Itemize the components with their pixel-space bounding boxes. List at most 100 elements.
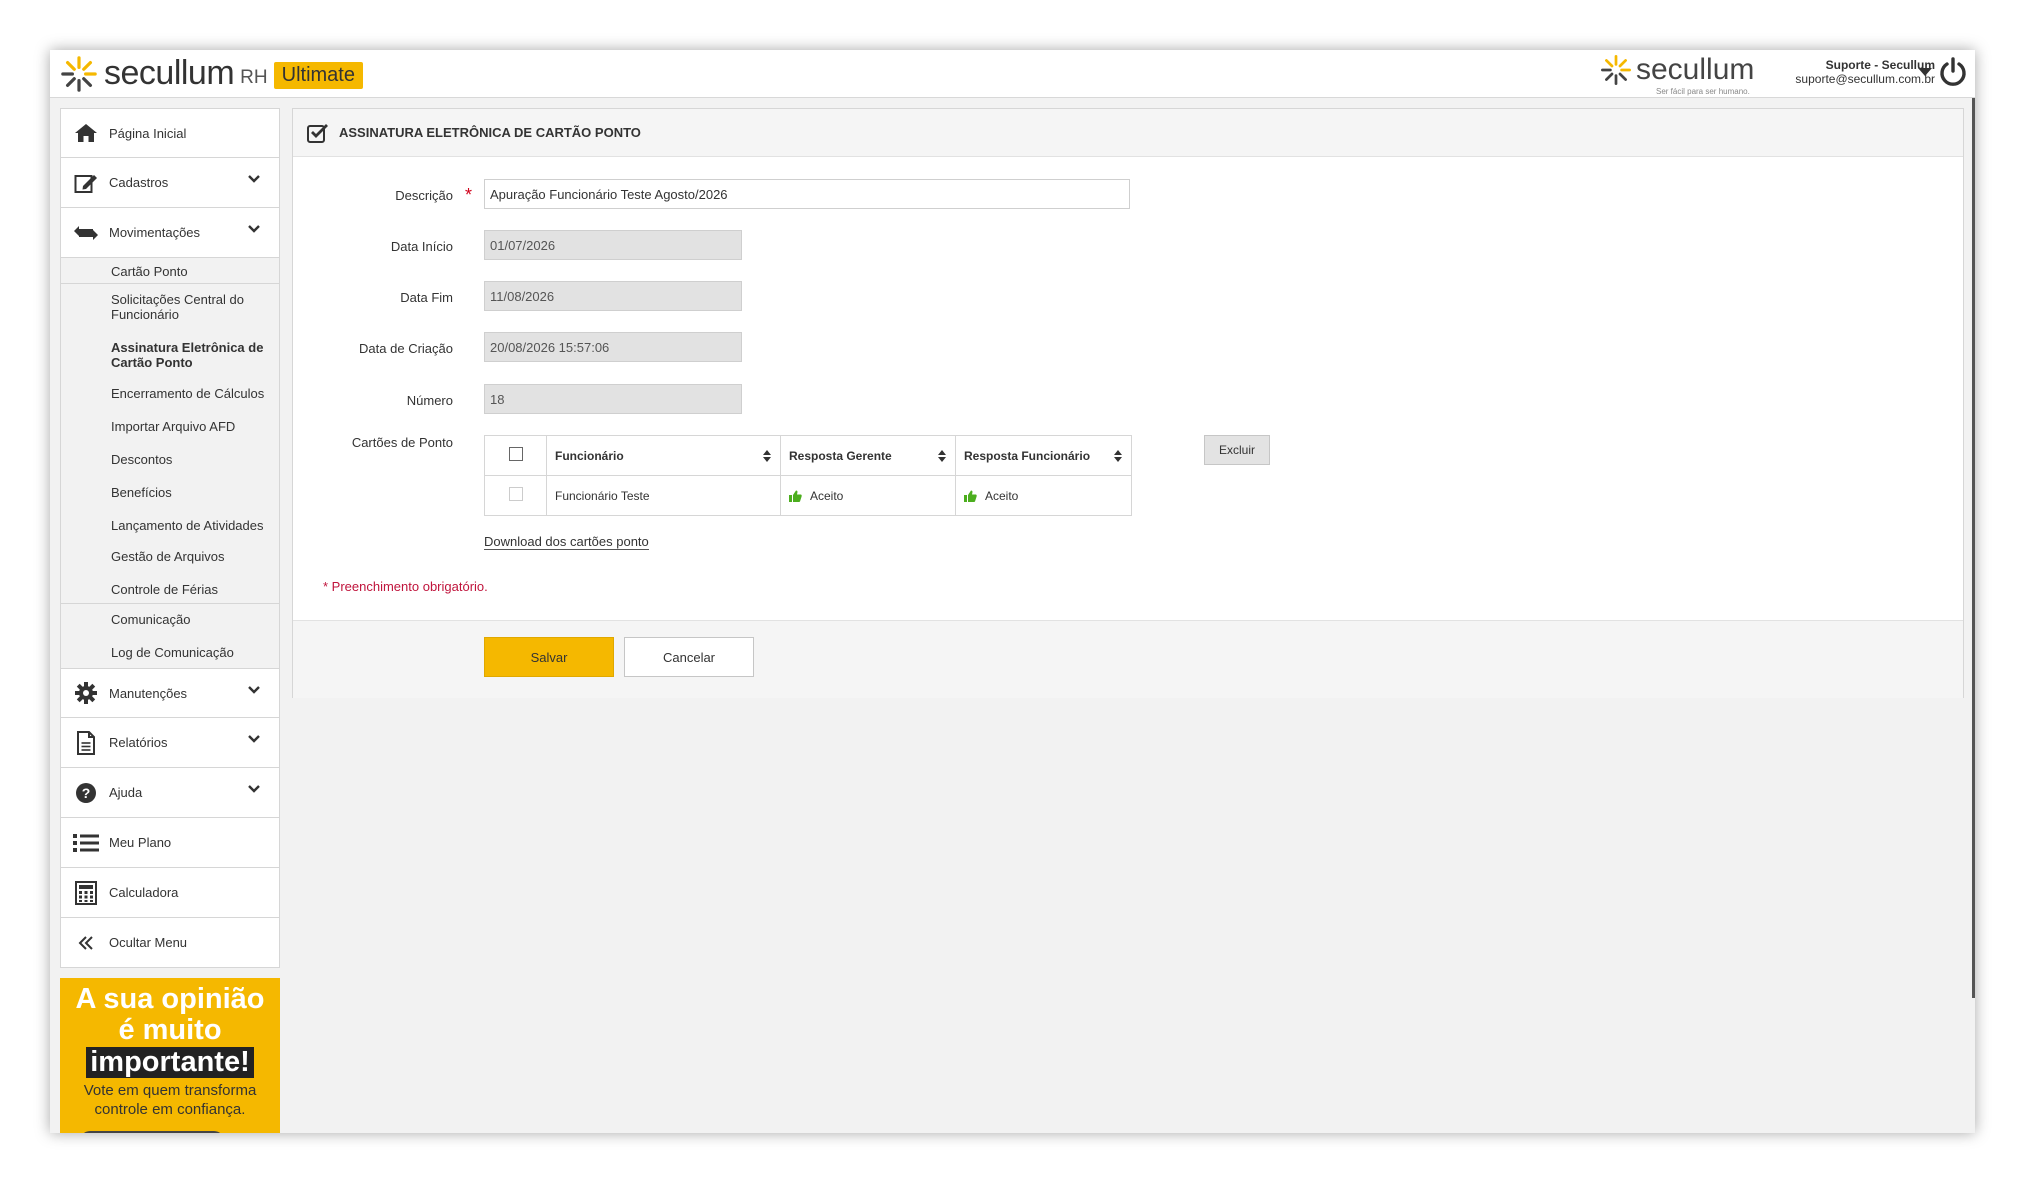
brand-product: RH bbox=[240, 66, 268, 88]
nav-label: Meu Plano bbox=[109, 835, 172, 850]
submenu-item-comunicacao[interactable]: Comunicação bbox=[61, 603, 279, 631]
promo-line-2: é muito bbox=[118, 1014, 222, 1046]
submenu-item-gestao-arquivos[interactable]: Gestão de Arquivos bbox=[61, 537, 279, 568]
cartoes-label: Cartões de Ponto bbox=[351, 435, 453, 450]
nav-movimentacoes[interactable]: Movimentações bbox=[60, 208, 280, 258]
gear-icon bbox=[73, 682, 99, 704]
nav-label: Ocultar Menu bbox=[109, 935, 188, 950]
submenu-item-lancamento[interactable]: Lançamento de Atividades bbox=[61, 504, 279, 537]
chevron-down-icon bbox=[248, 225, 260, 233]
cancel-button[interactable]: Cancelar bbox=[624, 637, 754, 677]
user-menu-caret-icon[interactable] bbox=[1918, 68, 1932, 76]
table-row[interactable]: Funcionário Teste Aceito Aceito bbox=[484, 475, 1132, 516]
sort-icon bbox=[763, 450, 771, 462]
home-icon bbox=[73, 122, 99, 144]
nav-relatorios[interactable]: Relatórios bbox=[60, 718, 280, 768]
nav-label: Movimentações bbox=[109, 225, 201, 240]
descricao-input[interactable]: Apuração Funcionário Teste Agosto/2026 bbox=[484, 179, 1130, 209]
form-footer: Salvar Cancelar bbox=[293, 620, 1963, 698]
excluir-button[interactable]: Excluir bbox=[1204, 435, 1270, 465]
row-select-cell bbox=[484, 475, 547, 516]
submenu-item-descontos[interactable]: Descontos bbox=[61, 438, 279, 471]
nav-calculadora[interactable]: Calculadora bbox=[60, 868, 280, 918]
user-name: Suporte - Secullum bbox=[1825, 58, 1935, 72]
app-window: secullum RH Ultimate secullum Ser fácil … bbox=[50, 50, 1975, 1133]
company-logo: secullum Ser fácil para ser humano. bbox=[1600, 53, 1755, 96]
nav-label: Calculadora bbox=[109, 885, 179, 900]
edition-badge: Ultimate bbox=[273, 62, 363, 89]
submenu-item-log-comunicacao[interactable]: Log de Comunicação bbox=[61, 631, 279, 668]
sort-icon bbox=[938, 450, 946, 462]
sidebar: Página Inicial Cadastros Movimentações C… bbox=[60, 108, 280, 1133]
brand-name: secullum bbox=[104, 54, 235, 92]
movimentacoes-submenu: Cartão Ponto Solicitações Central do Fun… bbox=[60, 258, 280, 668]
promo-line-5: controle em confiança. bbox=[94, 1101, 246, 1118]
nav-label: Cadastros bbox=[109, 175, 169, 190]
nav-cadastros[interactable]: Cadastros bbox=[60, 158, 280, 208]
promo-banner[interactable]: A sua opinião é muito importante! Vote e… bbox=[60, 978, 280, 1133]
exchange-icon bbox=[73, 222, 99, 244]
download-cartoes-link[interactable]: Download dos cartões ponto bbox=[484, 534, 649, 550]
row-checkbox[interactable] bbox=[508, 487, 523, 501]
chevron-down-icon bbox=[248, 785, 260, 793]
panel-header: ASSINATURA ELETRÔNICA DE CARTÃO PONTO bbox=[293, 109, 1963, 157]
header-label: Funcionário bbox=[555, 448, 624, 463]
nav-ajuda[interactable]: ? Ajuda bbox=[60, 768, 280, 818]
nav-manutencoes[interactable]: Manutenções bbox=[60, 668, 280, 718]
submenu-item-assinatura[interactable]: Assinatura Eletrônica de Cartão Ponto bbox=[61, 326, 279, 374]
cell-resposta-funcionario: Aceito bbox=[955, 475, 1132, 516]
chevron-down-icon bbox=[248, 735, 260, 743]
save-button[interactable]: Salvar bbox=[484, 637, 614, 677]
header-resposta-funcionario[interactable]: Resposta Funcionário bbox=[955, 435, 1132, 476]
chevron-down-icon bbox=[248, 686, 260, 694]
power-icon[interactable] bbox=[1938, 56, 1968, 88]
chevron-down-icon bbox=[248, 175, 260, 183]
submenu-item-controle-ferias[interactable]: Controle de Férias bbox=[61, 568, 279, 603]
document-icon bbox=[73, 730, 99, 755]
required-note: * Preenchimento obrigatório. bbox=[323, 579, 488, 594]
cell-resposta-gerente: Aceito bbox=[780, 475, 956, 516]
data-inicio-label: Data Início bbox=[390, 239, 453, 254]
header-resposta-gerente[interactable]: Resposta Gerente bbox=[780, 435, 956, 476]
submenu-item-cartao-ponto[interactable]: Cartão Ponto bbox=[61, 258, 279, 283]
header-label: Resposta Gerente bbox=[789, 448, 892, 463]
cell-funcionario: Funcionário Teste bbox=[546, 475, 781, 516]
nav-pagina-inicial[interactable]: Página Inicial bbox=[60, 108, 280, 158]
top-bar: secullum RH Ultimate secullum Ser fácil … bbox=[50, 50, 1975, 98]
nav-meu-plano[interactable]: Meu Plano bbox=[60, 818, 280, 868]
app-logo[interactable]: secullum RH Ultimate bbox=[60, 54, 363, 93]
nav-label: Manutenções bbox=[109, 685, 188, 701]
calculator-icon bbox=[73, 880, 99, 905]
data-fim-label: Data Fim bbox=[400, 290, 453, 305]
promo-line-3: importante! bbox=[86, 1047, 254, 1078]
submenu-item-encerramento[interactable]: Encerramento de Cálculos bbox=[61, 374, 279, 405]
sunburst-logo-icon bbox=[61, 55, 97, 92]
data-fim-field: 11/08/2026 bbox=[484, 281, 742, 311]
gerente-status: Aceito bbox=[810, 488, 844, 503]
user-email: suporte@secullum.com.br bbox=[1795, 72, 1935, 86]
select-all-checkbox[interactable] bbox=[508, 447, 523, 461]
data-inicio-field: 01/07/2026 bbox=[484, 230, 742, 260]
header-label: Resposta Funcionário bbox=[964, 448, 1091, 463]
company-name: secullum bbox=[1636, 53, 1755, 86]
data-criacao-field: 20/08/2026 15:57:06 bbox=[484, 332, 742, 362]
select-all-cell bbox=[484, 435, 547, 476]
required-marker: * bbox=[465, 185, 473, 205]
data-criacao-label: Data de Criação bbox=[359, 341, 453, 356]
main-panel: ASSINATURA ELETRÔNICA DE CARTÃO PONTO De… bbox=[292, 108, 1964, 698]
cartoes-table: Funcionário Resposta Gerente Resposta Fu… bbox=[484, 435, 1132, 516]
promo-vote-button[interactable] bbox=[80, 1131, 224, 1133]
nav-ocultar-menu[interactable]: Ocultar Menu bbox=[60, 918, 280, 968]
sunburst-small-icon bbox=[1601, 55, 1631, 85]
numero-field: 18 bbox=[484, 384, 742, 414]
submenu-item-solicitacoes[interactable]: Solicitações Central do Funcionário bbox=[61, 283, 279, 326]
submenu-item-importar-afd[interactable]: Importar Arquivo AFD bbox=[61, 405, 279, 438]
submenu-item-beneficios[interactable]: Benefícios bbox=[61, 471, 279, 504]
numero-label: Número bbox=[406, 393, 453, 408]
edit-icon bbox=[73, 172, 99, 194]
header-funcionario[interactable]: Funcionário bbox=[546, 435, 781, 476]
page-scrollbar[interactable] bbox=[1972, 98, 1975, 998]
svg-text:?: ? bbox=[82, 785, 91, 801]
user-info[interactable]: Suporte - Secullum suporte@secullum.com.… bbox=[1775, 58, 1935, 86]
thumbs-up-icon bbox=[789, 490, 802, 503]
